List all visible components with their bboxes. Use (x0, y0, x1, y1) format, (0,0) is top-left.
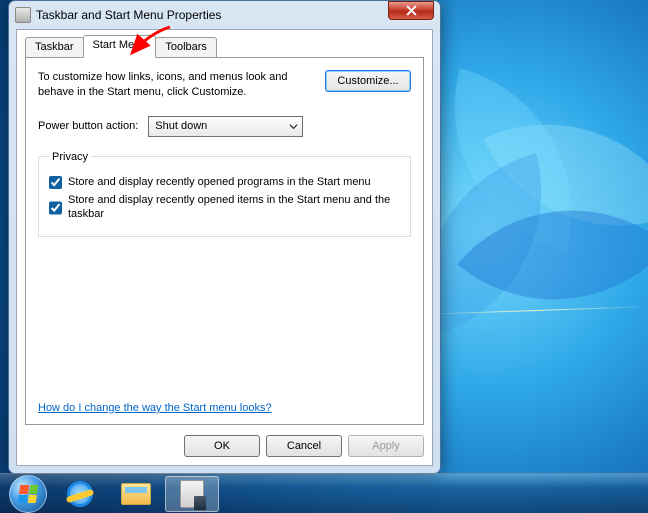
client-area: Taskbar Start Menu Toolbars To customize… (16, 29, 433, 466)
window-title: Taskbar and Start Menu Properties (36, 8, 434, 22)
tab-taskbar[interactable]: Taskbar (25, 37, 84, 58)
privacy-opt2-row[interactable]: Store and display recently opened items … (49, 193, 400, 222)
chevron-down-icon (289, 122, 298, 131)
ok-button[interactable]: OK (184, 435, 260, 457)
tab-start-menu[interactable]: Start Menu (83, 35, 157, 58)
apply-button[interactable]: Apply (348, 435, 424, 457)
close-icon (406, 5, 417, 16)
taskbar-item-ie[interactable] (53, 476, 107, 512)
privacy-legend: Privacy (49, 151, 91, 163)
start-button[interactable] (9, 475, 47, 513)
tab-toolbars[interactable]: Toolbars (155, 37, 217, 58)
button-bar: OK Cancel Apply (184, 435, 424, 457)
intro-text: To customize how links, icons, and menus… (38, 70, 311, 100)
privacy-opt2-label: Store and display recently opened items … (68, 193, 400, 222)
privacy-opt1-label: Store and display recently opened progra… (68, 175, 371, 189)
customize-button[interactable]: Customize... (325, 70, 411, 92)
power-label: Power button action: (38, 120, 138, 132)
taskbar-item-properties[interactable] (165, 476, 219, 512)
cancel-button[interactable]: Cancel (266, 435, 342, 457)
privacy-opt2-checkbox[interactable] (49, 194, 62, 222)
titlebar[interactable]: Taskbar and Start Menu Properties (9, 1, 440, 29)
taskbar[interactable] (0, 473, 648, 513)
privacy-group: Privacy Store and display recently opene… (38, 151, 411, 237)
folder-icon (121, 483, 151, 505)
privacy-opt1-row[interactable]: Store and display recently opened progra… (49, 175, 400, 189)
close-button[interactable] (388, 1, 434, 20)
desktop: Taskbar and Start Menu Properties Taskba… (0, 0, 648, 513)
app-icon (15, 7, 31, 23)
properties-icon (180, 480, 204, 508)
help-link[interactable]: How do I change the way the Start menu l… (38, 402, 272, 414)
power-combobox[interactable]: Shut down (148, 116, 303, 137)
tab-page: To customize how links, icons, and menus… (25, 57, 424, 425)
properties-window: Taskbar and Start Menu Properties Taskba… (8, 0, 441, 474)
privacy-opt1-checkbox[interactable] (49, 176, 62, 189)
taskbar-item-explorer[interactable] (109, 476, 163, 512)
windows-logo-icon (18, 485, 39, 503)
power-value: Shut down (155, 120, 207, 132)
ie-icon (67, 481, 93, 507)
tab-strip: Taskbar Start Menu Toolbars (25, 36, 424, 58)
